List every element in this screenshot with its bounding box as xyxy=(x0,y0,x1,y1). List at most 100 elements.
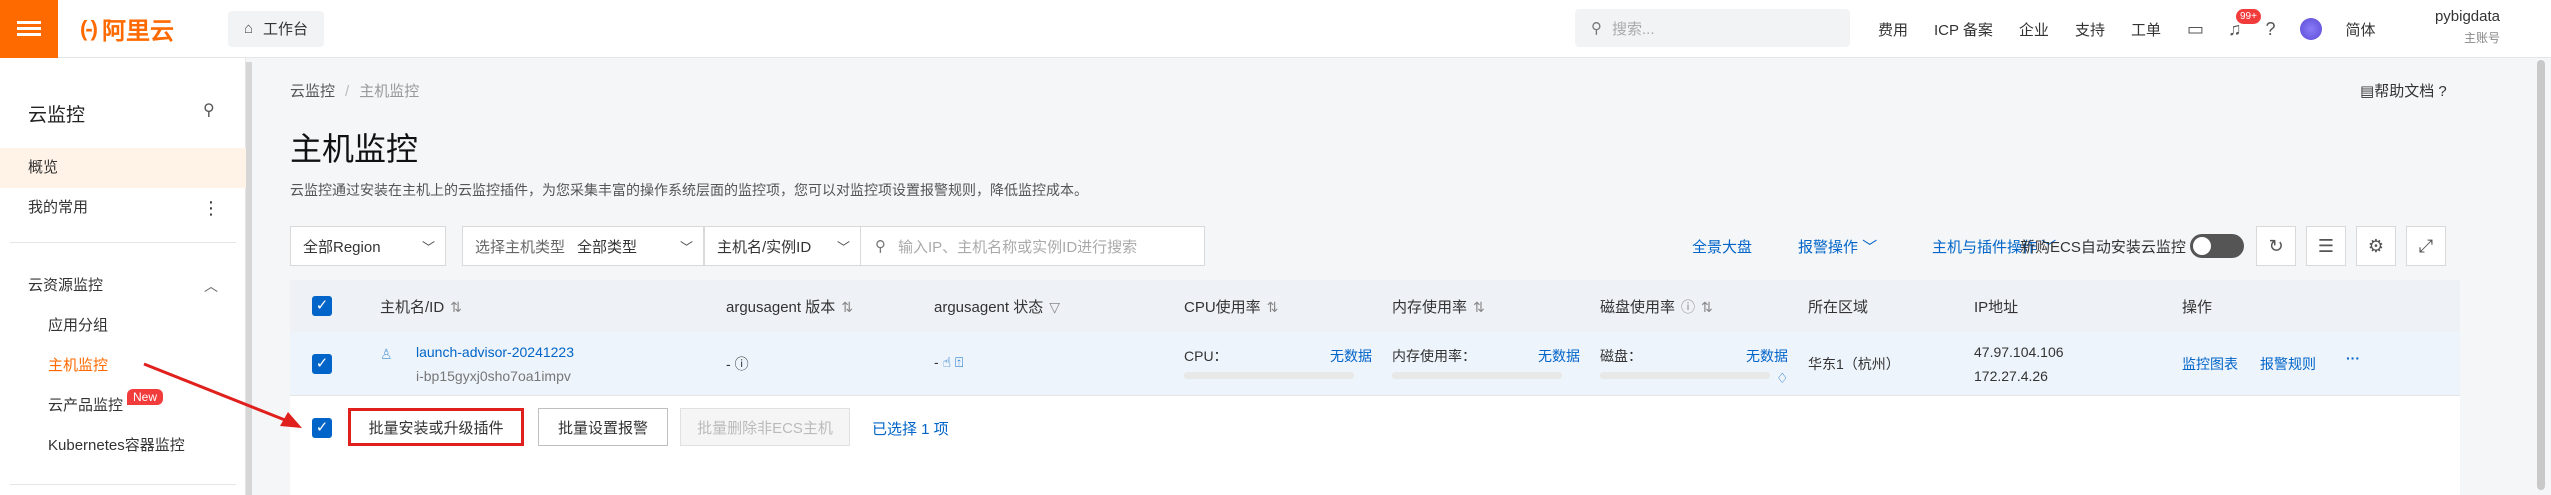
batch-install-upgrade-button[interactable]: 批量安装或升级插件 xyxy=(348,408,524,446)
help-label: 帮助文档 xyxy=(2374,83,2435,100)
col-actions: 操作 xyxy=(2182,296,2212,317)
terminal-icon[interactable]: ▭ xyxy=(2187,19,2204,40)
column-settings-icon[interactable]: ☰ xyxy=(2306,226,2346,266)
sort-icon: ⇅ xyxy=(1473,299,1485,315)
bulb-icon[interactable]: ♢ xyxy=(1776,370,1789,387)
nav-enterprise[interactable]: 企业 xyxy=(2019,19,2049,40)
nav-ticket[interactable]: 工单 xyxy=(2131,19,2161,40)
fullscreen-icon[interactable]: ⤢ xyxy=(2406,226,2446,266)
host-table: ✓ 主机名/ID ⇅ argusagent 版本 ⇅ argusagent 状态 ▽ … xyxy=(290,280,2460,495)
filter-icon: ▽ xyxy=(1049,299,1061,315)
host-search-input[interactable]: ⚲ 输入IP、主机名称或实例ID进行搜索 xyxy=(860,226,1205,266)
col-label: CPU使用率 xyxy=(1184,299,1261,316)
host-type-select[interactable]: 选择主机类型 全部类型 ﹀ xyxy=(462,226,704,266)
more-actions-icon[interactable]: ··· xyxy=(2346,350,2360,366)
select-all-checkbox[interactable]: ✓ xyxy=(312,296,332,316)
sidebar-item-label: 我的常用 xyxy=(28,199,89,216)
sidebar-item-label: 应用分组 xyxy=(48,317,109,334)
chevron-down-icon: ﹀ xyxy=(679,240,693,255)
disk-value: 无数据 xyxy=(1746,348,1788,364)
search-icon[interactable]: ⚲ xyxy=(203,100,215,120)
col-ip: IP地址 xyxy=(1974,296,2018,317)
mem-label: 内存使用率： xyxy=(1392,348,1476,364)
page-description: 云监控通过安装在主机上的云监控插件，为您采集丰富的操作系统层面的监控项，您可以对… xyxy=(290,182,1088,198)
notification-badge: 99+ xyxy=(2235,8,2261,24)
col-memory[interactable]: 内存使用率 ⇅ xyxy=(1392,296,1485,317)
help-docs-link[interactable]: ▤帮助文档 ? xyxy=(2360,80,2447,101)
sidebar-item-cloud-resource[interactable]: 云资源监控 ︿ xyxy=(0,266,246,306)
col-label: 磁盘使用率 xyxy=(1600,299,1676,316)
sort-icon: ⇅ xyxy=(1266,299,1279,315)
sidebar-item-favorites[interactable]: 我的常用 ⋮ xyxy=(0,188,246,228)
workspace-button[interactable]: ⌂ 工作台 xyxy=(227,10,325,47)
monitor-chart-link[interactable]: 监控图表 xyxy=(2182,354,2238,374)
chevron-down-icon: ﹀ xyxy=(1862,239,1878,256)
breadcrumb-item[interactable]: 云监控 xyxy=(290,83,335,100)
user-role: 主账号 xyxy=(2463,31,2500,45)
batch-set-alarm-button[interactable]: 批量设置报警 xyxy=(538,408,668,446)
linux-icon: ♙ xyxy=(380,346,393,362)
col-disk[interactable]: 磁盘使用率 ⓘ ⇅ xyxy=(1600,296,1713,317)
info-icon[interactable]: ⓘ xyxy=(735,356,749,372)
page-scrollbar[interactable] xyxy=(2537,60,2545,490)
home-icon: ⌂ xyxy=(243,20,254,37)
aliyun-logo[interactable]: (-) 阿里云 xyxy=(80,11,174,46)
breadcrumb: 云监控 / 主机监控 xyxy=(290,83,420,100)
help-circle-icon: ? xyxy=(2434,83,2447,100)
doc-icon: ▤ xyxy=(2360,83,2375,100)
chevron-down-icon: ﹀ xyxy=(421,240,435,255)
col-agent-version[interactable]: argusagent 版本 ⇅ xyxy=(726,296,853,317)
sidebar-divider xyxy=(10,242,236,243)
dashboard-link[interactable]: 全景大盘 xyxy=(1692,236,1752,257)
refresh-icon[interactable]: ↻ xyxy=(2256,226,2296,266)
help-circle-icon[interactable]: ? xyxy=(2265,19,2275,40)
mem-value: 无数据 xyxy=(1538,348,1580,364)
alarm-ops-dropdown[interactable]: 报警操作 ﹀ xyxy=(1798,236,1877,257)
instance-id: i-bp15gyxj0sho7oa1impv xyxy=(416,368,571,384)
user-name: pybigdata xyxy=(2434,8,2500,25)
global-search-input[interactable]: ⚲ 搜索... xyxy=(1575,9,1850,47)
nav-icp[interactable]: ICP 备案 xyxy=(1934,19,1993,40)
gear-icon[interactable]: ⚙ xyxy=(2356,226,2396,266)
col-cpu[interactable]: CPU使用率 ⇅ xyxy=(1184,296,1278,317)
col-agent-status[interactable]: argusagent 状态 ▽ xyxy=(934,296,1060,317)
nav-fees[interactable]: 费用 xyxy=(1878,19,1908,40)
region-value: 全部Region xyxy=(303,238,381,256)
alarm-ops-label: 报警操作 xyxy=(1798,239,1859,256)
batch-select-checkbox[interactable]: ✓ xyxy=(312,418,332,438)
hand-icon[interactable]: ☝ xyxy=(943,354,952,370)
sidebar-item-overview[interactable]: 概览 xyxy=(0,148,246,188)
main-content: 云监控 / 主机监控 ▤帮助文档 ? 主机监控 云监控通过安装在主机上的云监控插件，… xyxy=(262,58,2462,495)
nav-support[interactable]: 支持 xyxy=(2075,19,2105,40)
region-select[interactable]: 全部Region ﹀ xyxy=(290,226,446,266)
sidebar-item-label: 云资源监控 xyxy=(28,277,104,294)
cpu-label: CPU： xyxy=(1184,348,1228,364)
install-icon[interactable]: ⍐ xyxy=(955,354,963,370)
ip-public: 47.97.104.106 xyxy=(1974,344,2064,360)
sidebar-item-label: 主机监控 xyxy=(48,357,109,374)
hostname-link[interactable]: launch-advisor-20241223 xyxy=(416,344,574,360)
search-icon: ⚲ xyxy=(1591,20,1602,37)
lang-switch[interactable]: 简体 xyxy=(2346,19,2376,40)
bell-icon[interactable]: ♫ 99+ xyxy=(2228,8,2261,40)
status-value: - xyxy=(934,354,939,370)
assistant-icon[interactable] xyxy=(2299,18,2322,40)
agent-status: - ☝ ⍐ xyxy=(934,354,963,371)
col-hostname[interactable]: 主机名/ID ⇅ xyxy=(380,296,462,317)
sort-icon: ⇅ xyxy=(450,299,462,315)
toggle-knob xyxy=(2193,237,2211,255)
batch-action-bar: ✓ 批量安装或升级插件 批量设置报警 批量删除非ECS主机 已选择 1 项 xyxy=(290,396,2460,462)
col-region: 所在区域 xyxy=(1808,296,1868,317)
alarm-rules-link[interactable]: 报警规则 xyxy=(2260,354,2316,374)
sidebar-item-app-group[interactable]: 应用分组 xyxy=(0,306,246,346)
row-checkbox[interactable]: ✓ xyxy=(312,354,332,374)
more-icon[interactable]: ⋮ xyxy=(202,188,220,228)
search-field-select[interactable]: 主机名/实例ID ﹀ xyxy=(704,226,860,266)
auto-install-toggle[interactable] xyxy=(2190,234,2244,258)
logo-mark: (-) xyxy=(80,15,98,41)
col-label: IP地址 xyxy=(1974,299,2019,316)
sort-icon: ⇅ xyxy=(841,299,853,315)
mem-bar xyxy=(1392,372,1562,379)
user-menu[interactable]: pybigdata 主账号 xyxy=(2420,8,2500,46)
menu-icon[interactable] xyxy=(0,0,58,58)
